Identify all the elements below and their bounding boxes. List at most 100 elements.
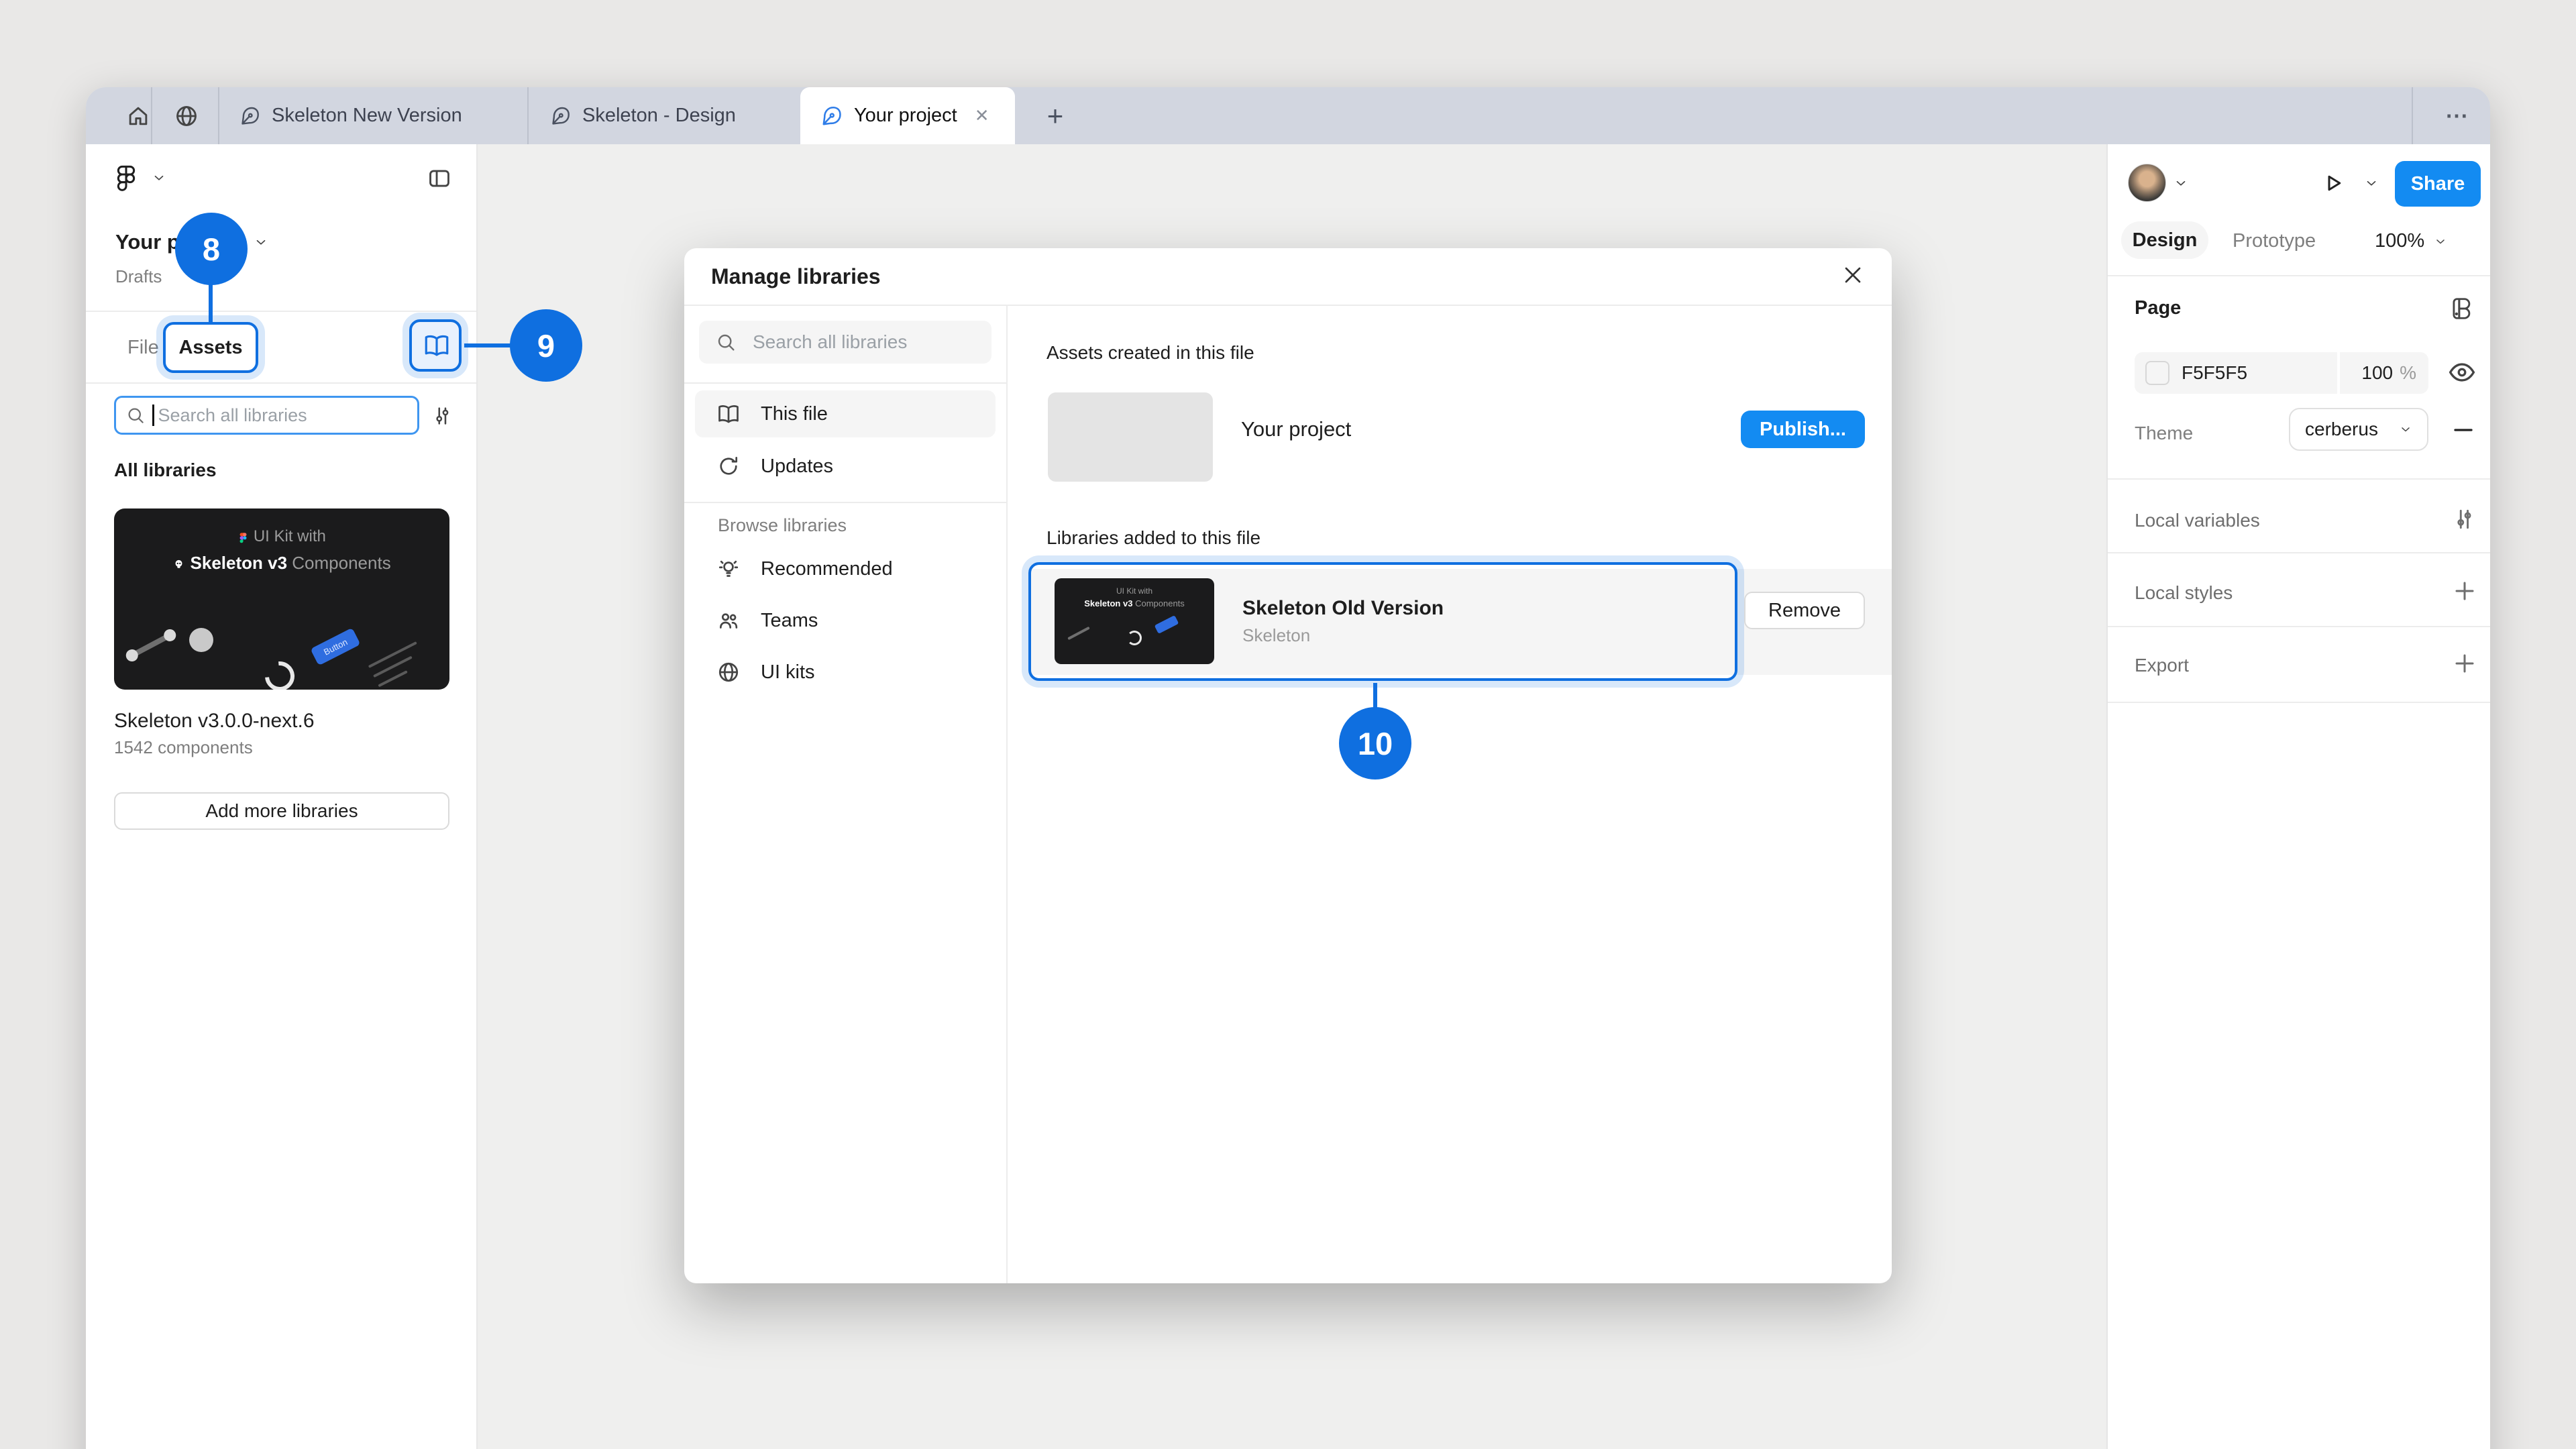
publish-label: Publish... bbox=[1760, 419, 1846, 441]
figma-file-icon bbox=[550, 105, 572, 127]
share-button[interactable]: Share bbox=[2395, 161, 2481, 207]
library-card-thumbnail[interactable]: UI Kit with Skeleton v3 Components Butto… bbox=[114, 508, 449, 690]
divider bbox=[2108, 478, 2490, 480]
figma-logo-mini-icon bbox=[237, 532, 249, 543]
tab-assets-highlight-label[interactable]: Assets bbox=[166, 325, 256, 370]
fill-opacity-input[interactable]: 100 % bbox=[2340, 352, 2428, 394]
globe-icon bbox=[716, 660, 741, 684]
filter-button[interactable] bbox=[431, 405, 453, 427]
browse-libraries-heading: Browse libraries bbox=[718, 515, 847, 536]
tab-prototype[interactable]: Prototype bbox=[2233, 230, 2316, 252]
color-swatch[interactable] bbox=[2145, 361, 2169, 385]
visibility-eye-icon[interactable] bbox=[2447, 358, 2477, 387]
divider bbox=[2108, 552, 2490, 553]
dialog-nav-updates[interactable]: Updates bbox=[695, 443, 996, 490]
breadcrumb[interactable]: Drafts bbox=[115, 266, 162, 287]
annotation-line-8 bbox=[209, 284, 213, 323]
thumb-deco-spinner bbox=[259, 655, 301, 690]
nav-label: Updates bbox=[761, 455, 833, 478]
text-caret bbox=[152, 405, 154, 426]
divider bbox=[684, 382, 1006, 384]
thumb-line2: Skeleton v3 Components bbox=[114, 553, 449, 574]
remove-theme-minus-icon[interactable] bbox=[2451, 418, 2475, 442]
annotation-line-9 bbox=[464, 343, 511, 347]
annotation-badge-9: 9 bbox=[510, 309, 582, 382]
remove-library-button[interactable]: Remove bbox=[1744, 592, 1865, 629]
nav-label: Recommended bbox=[761, 558, 893, 580]
add-more-libraries-button[interactable]: Add more libraries bbox=[114, 792, 449, 830]
divider bbox=[86, 311, 476, 312]
divider bbox=[86, 382, 476, 384]
globe-icon bbox=[174, 103, 199, 129]
search-icon bbox=[715, 331, 737, 353]
close-tab-icon[interactable]: ✕ bbox=[975, 105, 989, 126]
tab-file[interactable]: File bbox=[127, 337, 159, 359]
share-label: Share bbox=[2411, 173, 2465, 195]
home-icon bbox=[125, 103, 151, 129]
thumb-deco-lines bbox=[364, 631, 436, 690]
zoom-menu[interactable]: 100% bbox=[2375, 230, 2447, 252]
tab-skeleton-new-version[interactable]: Skeleton New Version bbox=[219, 87, 526, 144]
window-overflow-menu-button[interactable]: ⋯ bbox=[2427, 87, 2490, 144]
tab-label: Skeleton New Version bbox=[272, 105, 462, 127]
present-play-icon[interactable] bbox=[2321, 171, 2345, 195]
figma-logo-icon bbox=[113, 164, 140, 191]
nav-label: UI kits bbox=[761, 661, 815, 684]
community-button[interactable] bbox=[153, 87, 220, 144]
assets-search-input[interactable]: Search all libraries bbox=[114, 396, 419, 435]
close-dialog-icon[interactable] bbox=[1839, 262, 1866, 288]
pages-icon[interactable] bbox=[2449, 296, 2474, 321]
chevron-down-icon[interactable] bbox=[2364, 176, 2379, 191]
sliders-icon bbox=[431, 405, 453, 427]
chevron-down-icon[interactable] bbox=[2174, 176, 2188, 191]
toggle-sidebar-button[interactable] bbox=[427, 166, 452, 191]
thumb-line1: UI Kit with bbox=[114, 527, 449, 546]
tab-your-project-active[interactable]: Your project ✕ bbox=[800, 87, 1015, 144]
dialog-title: Manage libraries bbox=[711, 264, 881, 289]
tab-design-label: Design bbox=[2133, 229, 2198, 252]
tab-label: Skeleton - Design bbox=[582, 105, 736, 127]
theme-value: cerberus bbox=[2305, 419, 2378, 440]
dialog-sidebar-divider bbox=[1006, 305, 1008, 1283]
export-label: Export bbox=[2135, 655, 2189, 676]
theme-label: Theme bbox=[2135, 423, 2193, 444]
tabbar-separator bbox=[151, 87, 152, 144]
right-panel: Share Design Prototype 100% Page F5F5F5 … bbox=[2106, 144, 2490, 1449]
lightbulb-icon bbox=[716, 557, 741, 581]
chevron-down-icon bbox=[152, 170, 166, 185]
main-menu-button[interactable] bbox=[113, 164, 166, 191]
dialog-nav-teams[interactable]: Teams bbox=[695, 597, 996, 644]
add-more-libraries-label: Add more libraries bbox=[205, 800, 358, 822]
variables-sliders-icon[interactable] bbox=[2451, 506, 2477, 532]
fill-opacity-value: 100 bbox=[2361, 362, 2393, 384]
dialog-search-input[interactable]: Search all libraries bbox=[699, 321, 991, 364]
page-fill-input[interactable]: F5F5F5 bbox=[2135, 352, 2337, 394]
dialog-search-placeholder: Search all libraries bbox=[753, 331, 907, 353]
divider bbox=[684, 305, 1892, 306]
book-open-icon bbox=[716, 402, 741, 426]
local-styles-label: Local styles bbox=[2135, 582, 2233, 604]
section-heading: All libraries bbox=[114, 460, 217, 481]
tabbar-separator bbox=[2412, 87, 2413, 144]
library-name: Skeleton v3.0.0-next.6 bbox=[114, 710, 315, 733]
thumb-deco-slider bbox=[127, 631, 174, 659]
publish-button[interactable]: Publish... bbox=[1741, 411, 1865, 448]
new-tab-button[interactable]: + bbox=[1025, 87, 1085, 144]
search-placeholder: Search all libraries bbox=[158, 405, 307, 426]
dialog-nav-this-file[interactable]: This file bbox=[695, 390, 996, 437]
people-icon bbox=[716, 608, 741, 633]
dialog-nav-ui-kits[interactable]: UI kits bbox=[695, 649, 996, 696]
skull-icon bbox=[172, 558, 185, 571]
annotation-badge-10: 10 bbox=[1339, 707, 1411, 780]
add-export-plus-icon[interactable] bbox=[2453, 651, 2477, 676]
tab-design[interactable]: Design bbox=[2121, 221, 2208, 259]
panel-toggle-icon bbox=[427, 166, 452, 191]
divider bbox=[2108, 626, 2490, 627]
avatar[interactable] bbox=[2128, 164, 2166, 202]
dialog-nav-recommended[interactable]: Recommended bbox=[695, 545, 996, 592]
add-style-plus-icon[interactable] bbox=[2453, 579, 2477, 603]
figma-file-icon bbox=[820, 105, 843, 127]
tab-skeleton-design[interactable]: Skeleton - Design bbox=[530, 87, 798, 144]
theme-select[interactable]: cerberus bbox=[2289, 408, 2428, 451]
annotation-badge-8: 8 bbox=[175, 213, 248, 285]
